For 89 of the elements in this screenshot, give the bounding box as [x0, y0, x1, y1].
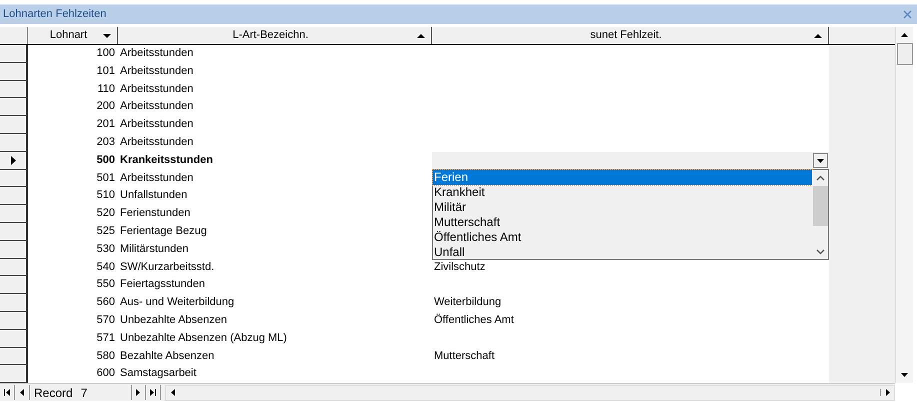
table-cell-text: Arbeitsstunden: [119, 46, 194, 61]
table-cell-text: Unbezahlte Absenzen: [119, 312, 228, 328]
table-cell-text: Arbeitsstunden: [119, 99, 194, 114]
window-title: Lohnarten Fehlzeiten: [3, 7, 106, 22]
table-cell-text: Krankeitsstunden: [119, 152, 214, 168]
table-cell-text: Arbeitsstunden: [119, 82, 194, 97]
table-cell-text: Zivilschutz: [433, 260, 486, 275]
record-selector[interactable]: [0, 98, 28, 116]
scroll-right-icon: [886, 389, 890, 396]
record-selector[interactable]: [0, 330, 28, 348]
table-cell-text: 600: [96, 366, 116, 382]
record-selector[interactable]: [0, 80, 28, 98]
first-icon: [4, 389, 10, 396]
table-cell-text: Arbeitsstunden: [119, 170, 194, 186]
combo-box[interactable]: [432, 152, 829, 170]
current-record-icon: [10, 156, 16, 165]
table-cell-text: 110: [96, 82, 116, 97]
table-cell-text: 550: [96, 277, 116, 292]
table-cell-text: 501: [96, 170, 116, 186]
record-selector[interactable]: [0, 258, 28, 276]
record-selector[interactable]: [0, 222, 28, 241]
table-cell-text: Öffentliches Amt: [433, 312, 515, 328]
table-cell-text: SW/Kurzarbeitsstd.: [119, 260, 216, 275]
table-cell-text: 520: [96, 206, 116, 222]
record-selector[interactable]: [0, 170, 28, 188]
table-cell-text: Unfallstunden: [119, 188, 188, 204]
table-cell-text: Mutterschaft: [433, 348, 496, 364]
dropdown-option[interactable]: Krankheit: [433, 184, 812, 200]
dropdown-button[interactable]: [813, 153, 828, 168]
table-cell-text: Unbezahlte Absenzen (Abzug ML): [119, 330, 288, 346]
table-cell-text: Arbeitsstunden: [119, 64, 194, 79]
record-selector[interactable]: [0, 62, 28, 81]
table-cell-text: 570: [96, 312, 116, 328]
next-record-button[interactable]: [130, 385, 146, 400]
table-cell-text: Arbeitsstunden: [119, 134, 194, 150]
dropdown-option[interactable]: Mutterschaft: [433, 214, 812, 230]
next-icon: [136, 389, 140, 396]
table-cell-text: 525: [96, 224, 116, 239]
scroll-down-icon: [901, 373, 908, 377]
scroll-up-icon: [816, 174, 824, 181]
record-selector[interactable]: [0, 45, 28, 63]
table-cell-text: Bezahlte Absenzen: [119, 348, 216, 364]
table-cell-text: 571: [96, 330, 116, 346]
record-selector[interactable]: [0, 187, 28, 206]
record-selector[interactable]: [0, 134, 28, 152]
table-cell-text: Ferientage Bezug: [119, 224, 208, 239]
dropdown-option[interactable]: Unfall: [433, 244, 812, 260]
last-icon: [150, 389, 156, 396]
dropdown-option[interactable]: Militär: [433, 200, 812, 215]
record-selector[interactable]: [0, 152, 28, 170]
table-cell-text: 500: [96, 152, 116, 168]
table-cell-text: Weiterbildung: [433, 295, 502, 310]
table-cell-text: Militärstunden: [119, 242, 190, 257]
previous-icon: [20, 389, 24, 396]
table-cell-text: 200: [96, 99, 116, 114]
dropdown-option[interactable]: Ferien: [433, 170, 812, 185]
record-label: Record: [34, 384, 73, 402]
table-cell-text: 560: [96, 295, 116, 310]
caret-icon: [817, 158, 824, 163]
scroll-left-icon: [170, 389, 175, 396]
table-cell-text: 101: [96, 64, 116, 79]
record-selector[interactable]: [0, 116, 28, 134]
table-cell-text: Feiertagsstunden: [119, 277, 206, 292]
close-icon: [902, 10, 912, 19]
record-selector[interactable]: [0, 348, 28, 366]
table-cell-text: Ferienstunden: [119, 206, 192, 222]
scroll-thumb[interactable]: [812, 186, 828, 226]
table-cell-text: 510: [96, 188, 116, 204]
table-cell-text: 580: [96, 348, 116, 364]
record-selector[interactable]: [0, 312, 28, 330]
dropdown-option[interactable]: Öffentliches Amt: [433, 230, 812, 245]
vertical-scrollbar[interactable]: [895, 27, 913, 383]
table-cell-text: 100: [96, 46, 116, 61]
table-cell-text: 203: [96, 134, 116, 150]
record-selector[interactable]: [0, 365, 28, 384]
table-cell-text: Arbeitsstunden: [119, 117, 194, 132]
scroll-up-icon: [901, 33, 908, 37]
record-selector[interactable]: [0, 294, 28, 312]
table-cell-text: Aus- und Weiterbildung: [119, 295, 236, 310]
table-cell-text: Samstagsarbeit: [119, 366, 198, 382]
horizontal-scrollbar[interactable]: [164, 384, 895, 400]
table-cell-text: 540: [96, 260, 116, 275]
scroll-thumb[interactable]: [896, 43, 912, 65]
record-selector[interactable]: [0, 205, 28, 223]
table-cell-text: 201: [96, 117, 116, 132]
table-cell-text: 530: [96, 242, 116, 257]
record-selector[interactable]: [0, 276, 28, 294]
record-selector[interactable]: [0, 240, 28, 259]
scroll-down-icon: [816, 248, 824, 255]
